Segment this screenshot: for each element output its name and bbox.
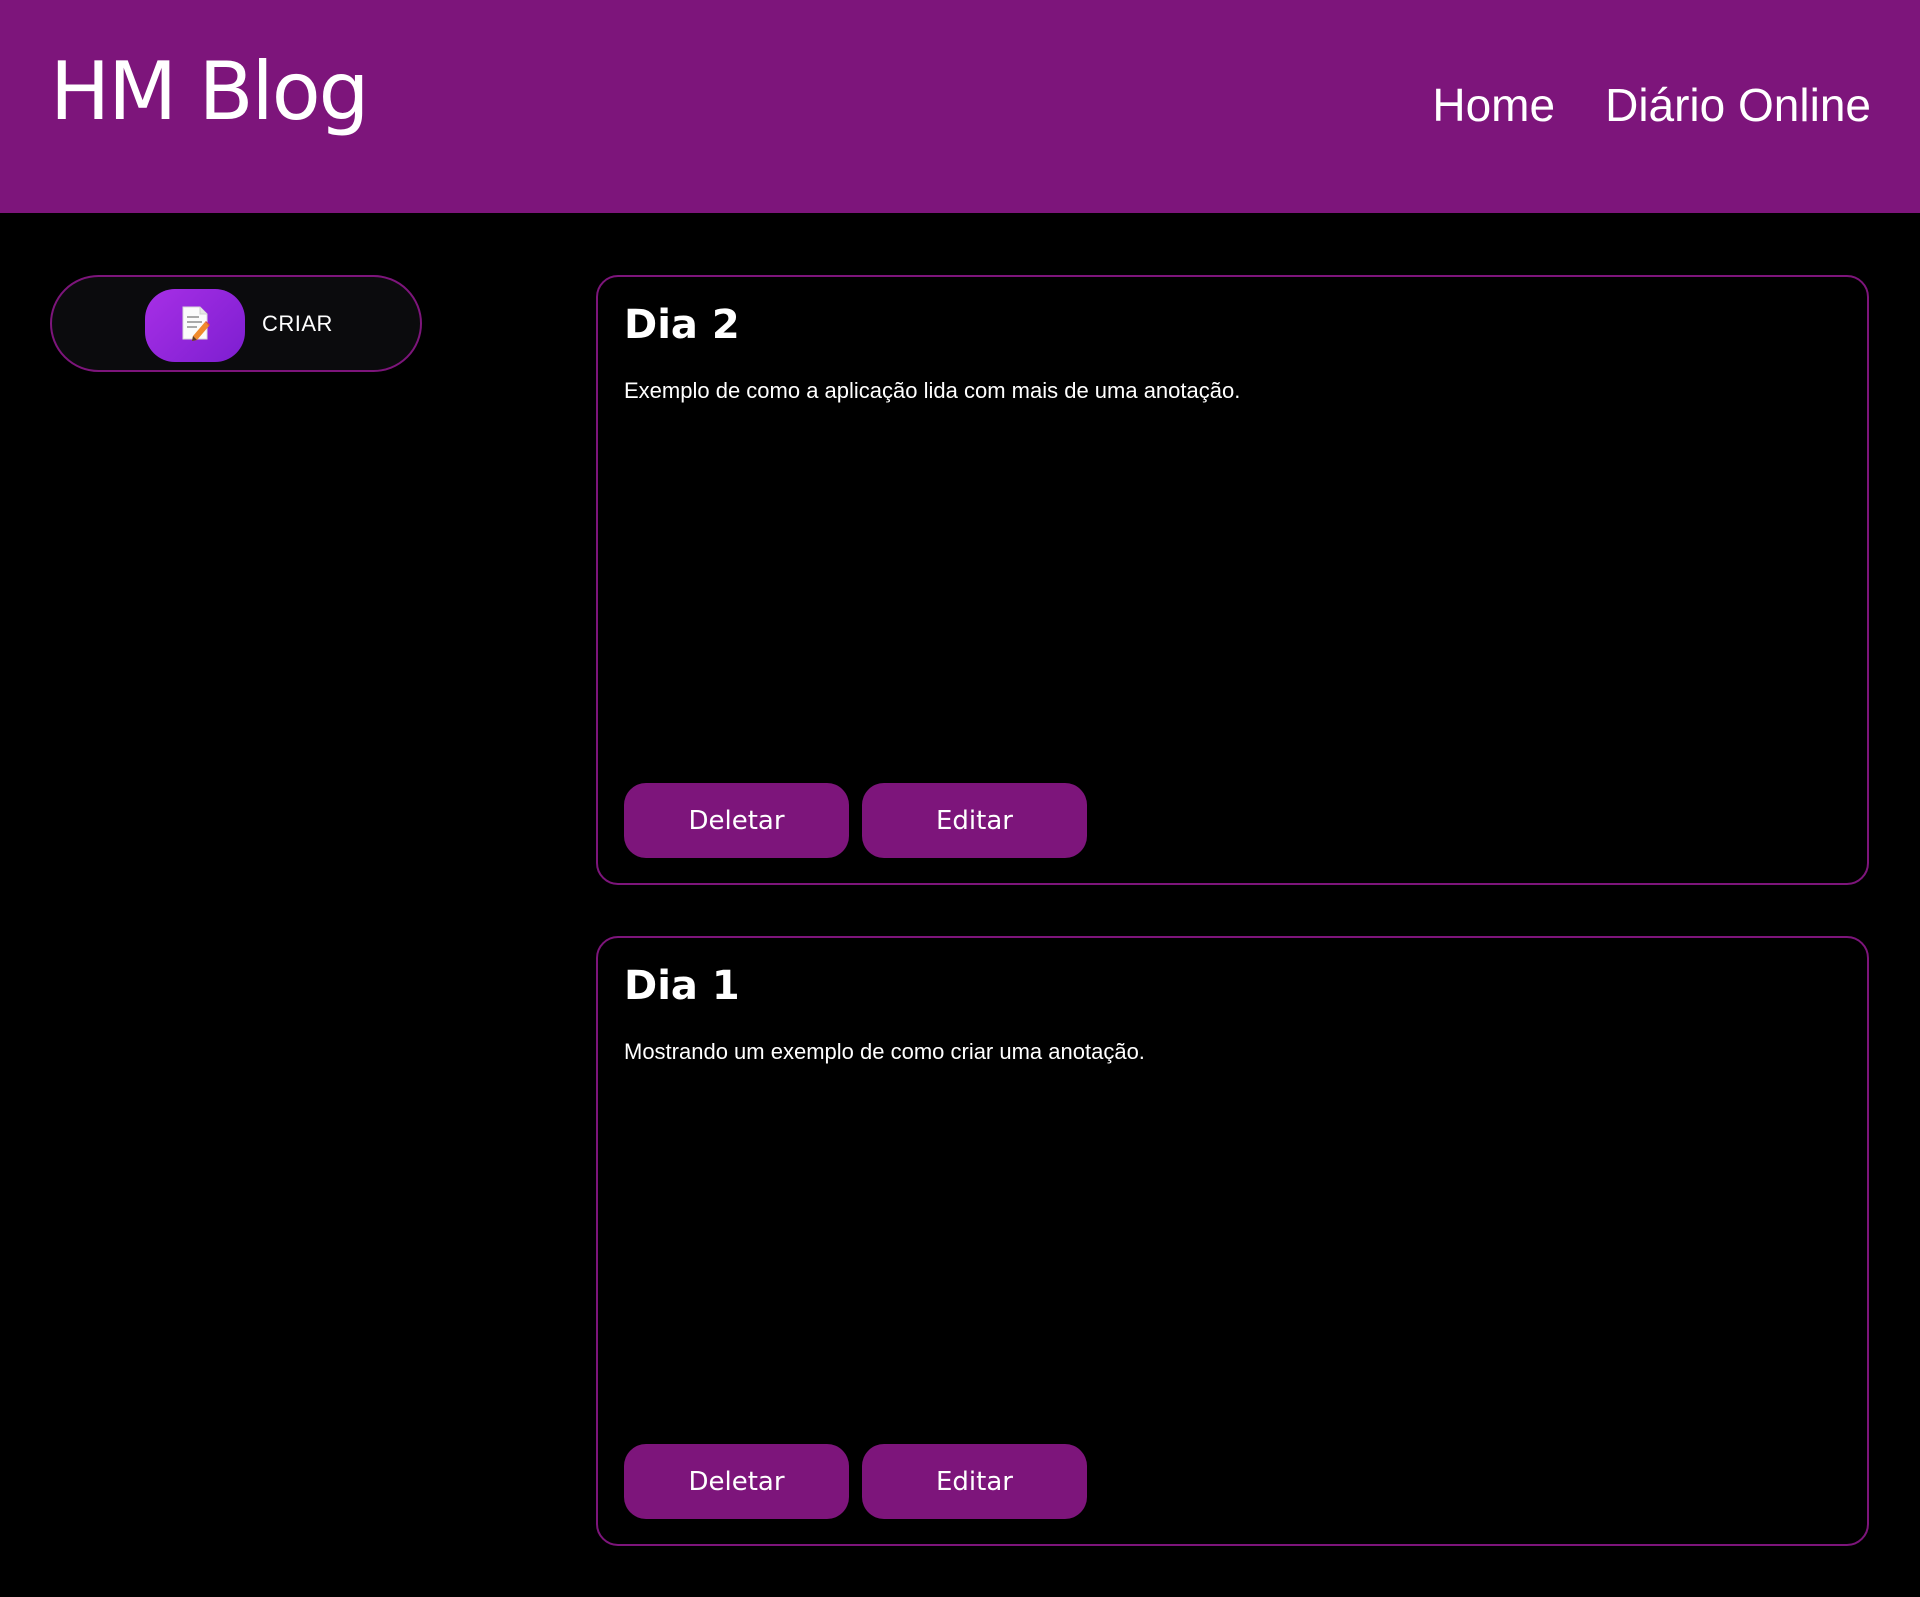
create-button[interactable] — [145, 289, 245, 362]
note-card: Dia 2 Exemplo de como a aplicação lida c… — [596, 275, 1869, 885]
main-nav: Home Diário Online — [1432, 82, 1871, 128]
note-body: Mostrando um exemplo de como criar uma a… — [624, 1039, 1145, 1064]
delete-button[interactable]: Deletar — [624, 1444, 849, 1519]
edit-button[interactable]: Editar — [862, 783, 1087, 858]
site-logo[interactable]: HM Blog — [50, 52, 369, 132]
site-header: HM Blog Home Diário Online — [0, 0, 1920, 213]
nav-link-diario-online[interactable]: Diário Online — [1605, 82, 1871, 128]
delete-button[interactable]: Deletar — [624, 783, 849, 858]
note-card: Dia 1 Mostrando um exemplo de como criar… — [596, 936, 1869, 1546]
nav-link-home[interactable]: Home — [1432, 82, 1555, 128]
edit-button[interactable]: Editar — [862, 1444, 1087, 1519]
note-title: Dia 1 — [624, 963, 740, 1009]
create-panel: CRIAR — [50, 275, 422, 372]
note-body: Exemplo de como a aplicação lida com mai… — [624, 378, 1241, 403]
note-title: Dia 2 — [624, 302, 740, 348]
create-label: CRIAR — [262, 311, 333, 336]
memo-icon — [180, 305, 210, 346]
